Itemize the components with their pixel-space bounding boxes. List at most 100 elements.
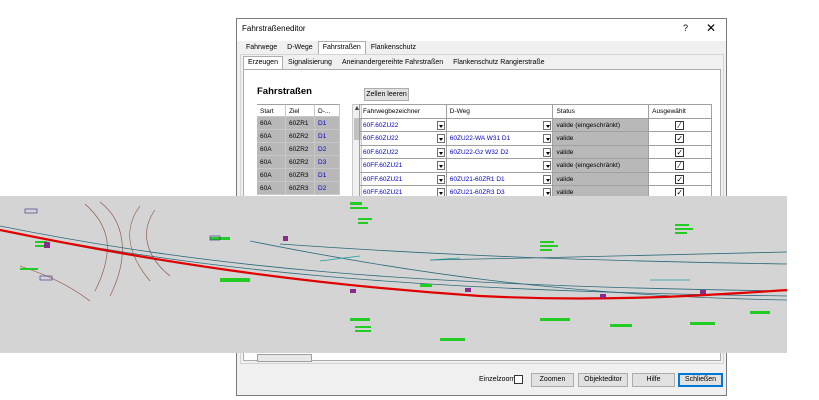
close-icon[interactable]: ✕ [706, 21, 716, 35]
table-row[interactable]: 60FF.60ZU21 valide (eingeschränkt) ⁄ [360, 159, 712, 173]
table-row[interactable]: 60A 60ZR1 D1 [257, 117, 352, 130]
tab-aneinandergereihte[interactable]: Aneinandergereihte Fahrstraßen [337, 56, 448, 69]
chevron-down-icon[interactable] [436, 161, 445, 170]
table-row[interactable]: 60A 60ZR3 D2 [257, 182, 352, 195]
partial-control[interactable] [257, 354, 312, 362]
zoom-button[interactable]: Zoomen [531, 373, 574, 387]
selected-checkbox[interactable]: ⁄ [675, 161, 685, 170]
chevron-down-icon[interactable] [543, 134, 552, 143]
col-header-ausgewaehlt[interactable]: Ausgewählt [649, 105, 712, 119]
dweg-select[interactable]: 60ZU22-Gz W32 D2 [446, 145, 554, 159]
dweg-select[interactable]: 60ZU21-60ZR1 D1 [446, 172, 554, 186]
dweg-select[interactable] [446, 159, 554, 173]
section-title: Fahrstraßen [257, 86, 312, 97]
fahrweg-select[interactable]: 60FF.60ZU21 [360, 159, 447, 173]
track-objects [44, 236, 706, 298]
col-header-fahrwegbezeichner[interactable]: Fahrwegbezeichner [360, 105, 447, 119]
schliessen-button[interactable]: Schließen [678, 373, 723, 387]
table-row[interactable]: 60A 60ZR3 D1 [257, 169, 352, 182]
tab-signalisierung[interactable]: Signalisierung [283, 56, 337, 69]
selected-checkbox[interactable]: ⁄ [675, 120, 685, 130]
chevron-down-icon[interactable] [543, 161, 552, 170]
tab-flankenschutz-rangier[interactable]: Flankenschutz Rangierstraße [448, 56, 549, 69]
fahrweg-select[interactable]: 60F.60ZU22 [360, 118, 447, 132]
selected-checkbox[interactable]: ✓ [675, 134, 685, 143]
col-header-status[interactable]: Status [553, 105, 650, 119]
table-row[interactable]: 60A 60ZR2 D1 [257, 130, 352, 143]
cell-dweg: D1 [315, 169, 340, 182]
cell-dweg: D3 [315, 156, 340, 169]
status-cell: valide (eingeschränkt) [553, 118, 650, 132]
tab-erzeugen[interactable]: Erzeugen [243, 56, 283, 69]
hilfe-button[interactable]: Hilfe [632, 373, 675, 387]
table-row[interactable]: 60F.60ZU22 60ZU22-WA W31 D1 valide ✓ [360, 132, 712, 146]
selected-cell: ⁄ [649, 118, 712, 132]
fahrweg-select[interactable]: 60F.60ZU22 [360, 132, 447, 146]
col-header-d-weg[interactable]: D-Weg [446, 105, 554, 119]
table-row[interactable]: 60F.60ZU22 valide (eingeschränkt) ⁄ [360, 118, 712, 132]
table-row[interactable]: 60FF.60ZU21 60ZU21-60ZR1 D1 valide ✓ [360, 172, 712, 186]
table-row[interactable]: 60A 60ZR2 D2 [257, 143, 352, 156]
col-header-ziel[interactable]: Ziel [286, 104, 315, 117]
dweg-select[interactable] [446, 118, 554, 132]
grid-header-row: Start Ziel D-... [257, 104, 352, 117]
dweg-select[interactable]: 60ZU22-WA W31 D1 [446, 132, 554, 146]
objekteditor-button[interactable]: Objekteditor [578, 373, 628, 387]
table-row[interactable]: 60A 60ZR2 D3 [257, 156, 352, 169]
cell-ziel: 60ZR3 [286, 182, 315, 195]
table-row[interactable]: 60F.60ZU22 60ZU22-Gz W32 D2 valide ✓ [360, 145, 712, 159]
dweg-value: 60ZU21-60ZR3 D3 [449, 189, 505, 196]
grid-header-row: Fahrwegbezeichner D-Weg Status Ausgewähl… [360, 105, 712, 119]
title-bar: Fahrstraßeneditor ? ✕ [237, 19, 726, 41]
fahrweg-select[interactable]: 60F.60ZU22 [360, 145, 447, 159]
chevron-down-icon[interactable] [436, 174, 445, 184]
status-cell: valide [553, 172, 650, 186]
selected-cell: ✓ [649, 145, 712, 159]
chevron-down-icon[interactable] [436, 147, 445, 157]
fahrweg-value: 60F.60ZU22 [363, 148, 399, 156]
cell-dweg: D1 [315, 130, 340, 143]
fahrweg-select[interactable]: 60FF.60ZU21 [360, 172, 447, 186]
cell-start: 60A [257, 130, 286, 143]
help-question-button[interactable]: ? [683, 23, 688, 33]
einzelzoom-checkbox[interactable] [514, 375, 523, 384]
cell-ziel: 60ZR2 [286, 156, 315, 169]
chevron-down-icon[interactable] [543, 174, 552, 184]
cell-start: 60A [257, 143, 286, 156]
fahrweg-grid: Fahrwegbezeichner D-Weg Status Ausgewähl… [359, 104, 712, 200]
cell-dweg: D1 [315, 117, 340, 130]
clear-cells-button[interactable]: Zellen leeren [364, 88, 409, 101]
selected-checkbox[interactable]: ✓ [675, 174, 685, 184]
dweg-value: 60ZU22-WA W31 D1 [449, 135, 511, 142]
cell-start: 60A [257, 169, 286, 182]
cell-start: 60A [257, 117, 286, 130]
fahrweg-value: 60F.60ZU22 [363, 121, 399, 129]
main-tabs: Fahrwege D-Wege Fahrstraßen Flankenschut… [241, 41, 421, 54]
track-layout-map[interactable] [0, 196, 787, 353]
cell-ziel: 60ZR3 [286, 169, 315, 182]
einzelzoom-label: Einzelzoom [479, 376, 516, 383]
cell-dweg: D2 [315, 182, 340, 195]
signal-labels [20, 202, 770, 341]
chevron-down-icon[interactable] [436, 120, 445, 130]
fahrweg-value: 60F.60ZU22 [363, 135, 399, 142]
tab-fahrwege[interactable]: Fahrwege [241, 41, 282, 54]
col-header-start[interactable]: Start [257, 104, 286, 117]
tab-flankenschutz[interactable]: Flankenschutz [366, 41, 421, 54]
chevron-down-icon[interactable] [436, 134, 445, 143]
selected-checkbox[interactable]: ✓ [675, 147, 685, 157]
selected-cell: ✓ [649, 172, 712, 186]
status-cell: valide (eingeschränkt) [553, 159, 650, 173]
col-header-dweg[interactable]: D-... [315, 104, 340, 117]
selected-cell: ⁄ [649, 159, 712, 173]
chevron-down-icon[interactable] [543, 120, 552, 130]
cell-ziel: 60ZR1 [286, 117, 315, 130]
track-map-canvas[interactable] [0, 196, 787, 353]
tab-d-wege[interactable]: D-Wege [282, 41, 318, 54]
chevron-down-icon[interactable] [543, 147, 552, 157]
tab-fahrstrassen[interactable]: Fahrstraßen [317, 41, 366, 54]
cell-start: 60A [257, 156, 286, 169]
status-cell: valide [553, 132, 650, 146]
cell-ziel: 60ZR2 [286, 143, 315, 156]
fahrweg-value: 60FF.60ZU21 [363, 162, 403, 169]
